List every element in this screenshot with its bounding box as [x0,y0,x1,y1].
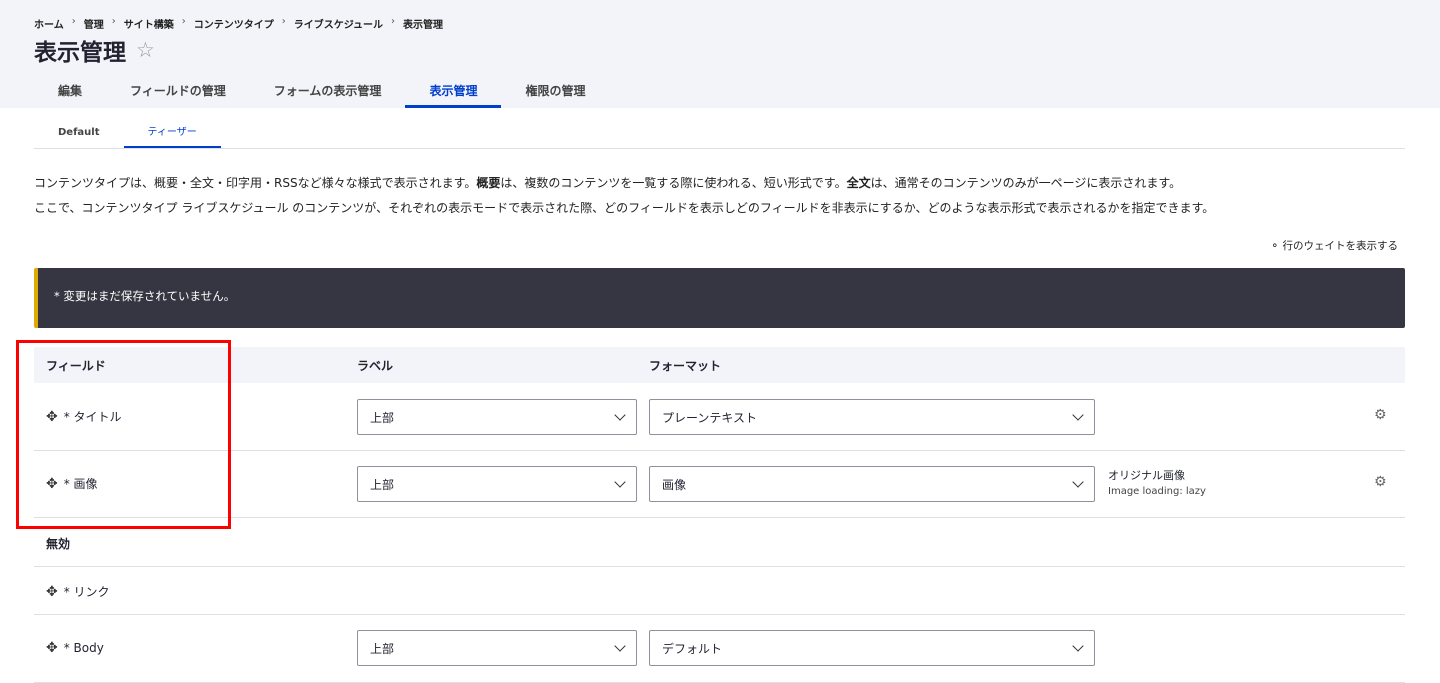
format-select-value: 画像 [662,477,687,492]
breadcrumb-structure[interactable]: サイト構築 [124,16,174,31]
chevron-down-icon [1072,476,1084,488]
chevron-down-icon [1072,640,1084,652]
primary-tabs: 編集 フィールドの管理 フォームの表示管理 表示管理 権限の管理 [34,80,609,108]
drag-handle-icon[interactable]: ✥ [46,640,58,656]
drag-handle-icon[interactable]: ✥ [46,584,58,600]
breadcrumb-home[interactable]: ホーム [34,16,64,31]
subtab-teaser[interactable]: ティーザー [123,122,221,148]
breadcrumb-current[interactable]: 表示管理 [403,16,443,31]
table-row: ✥ * リンク [34,567,1405,615]
table-row: ✥ * 画像 上部 画像 オリジナル画像 Image loading: lazy ⚙ [34,451,1405,518]
breadcrumb-content-types[interactable]: コンテンツタイプ [194,16,274,31]
gear-icon[interactable]: ⚙ [1374,474,1387,490]
format-select-value: デフォルト [662,641,723,656]
breadcrumb-live-schedule[interactable]: ライブスケジュール [294,16,383,31]
gear-icon[interactable]: ⚙ [1374,407,1387,423]
breadcrumb: ホーム › 管理 › サイト構築 › コンテンツタイプ › ライブスケジュール › 表示管… [34,16,444,31]
table-row: ✥ * タイトル 上部 プレーンテキスト ⚙ [34,383,1405,451]
highlight-box [16,340,231,529]
field-name: * Body [63,641,104,655]
region-row-disabled: 無効 [34,518,1405,567]
format-select[interactable]: プレーンテキスト [649,399,1095,435]
show-row-weights-link[interactable]: ⚬ 行のウェイトを表示する [1270,238,1398,253]
tab-edit[interactable]: 編集 [34,80,106,108]
breadcrumb-admin[interactable]: 管理 [84,16,104,31]
format-select[interactable]: 画像 [649,466,1095,502]
tab-manage-display[interactable]: 表示管理 [405,80,502,108]
region-title-disabled: 無効 [46,537,71,551]
label-select[interactable]: 上部 [357,399,637,435]
format-summary: オリジナル画像 Image loading: lazy [1108,468,1206,500]
chevron-down-icon [1072,409,1084,421]
format-select-value: プレーンテキスト [662,410,758,425]
label-select[interactable]: 上部 [357,466,637,502]
field-name: * リンク [63,585,110,599]
chevron-down-icon [614,409,626,421]
eye-icon: ⚬ [1270,240,1280,252]
column-header-label: ラベル [357,359,394,373]
page-header: ホーム › 管理 › サイト構築 › コンテンツタイプ › ライブスケジュール › 表示管… [0,0,1440,108]
secondary-tabs: Default ティーザー [34,122,1405,149]
label-select-value: 上部 [370,641,395,656]
unsaved-changes-message: * 変更はまだ保存されていません。 [34,268,1405,328]
chevron-down-icon [614,476,626,488]
label-select-value: 上部 [370,410,395,425]
description-line-2: ここで、コンテンツタイプ ライブスケジュール のコンテンツが、それぞれの表示モー… [34,201,1215,215]
show-row-weights-label: 行のウェイトを表示する [1282,240,1399,252]
format-select[interactable]: デフォルト [649,630,1095,666]
chevron-down-icon [614,640,626,652]
summary-image-style: オリジナル画像 [1108,469,1185,482]
subtab-default[interactable]: Default [34,122,124,148]
summary-image-loading: Image loading: lazy [1108,486,1206,497]
star-icon[interactable]: ☆ [136,38,155,62]
table-row: ✥ * Body 上部 デフォルト [34,615,1405,683]
page-title: 表示管理 [34,40,126,66]
label-select-value: 上部 [370,477,395,492]
table-header: フィールド ラベル フォーマット [34,347,1405,383]
tab-manage-fields[interactable]: フィールドの管理 [106,80,250,108]
column-header-format: フォーマット [649,359,722,373]
tab-manage-form-display[interactable]: フォームの表示管理 [250,80,406,108]
description-line-1: コンテンツタイプは、概要・全文・印字用・RSSなど様々な様式で表示されます。概要… [34,176,1182,190]
tab-manage-permissions[interactable]: 権限の管理 [501,80,609,108]
label-select[interactable]: 上部 [357,630,637,666]
